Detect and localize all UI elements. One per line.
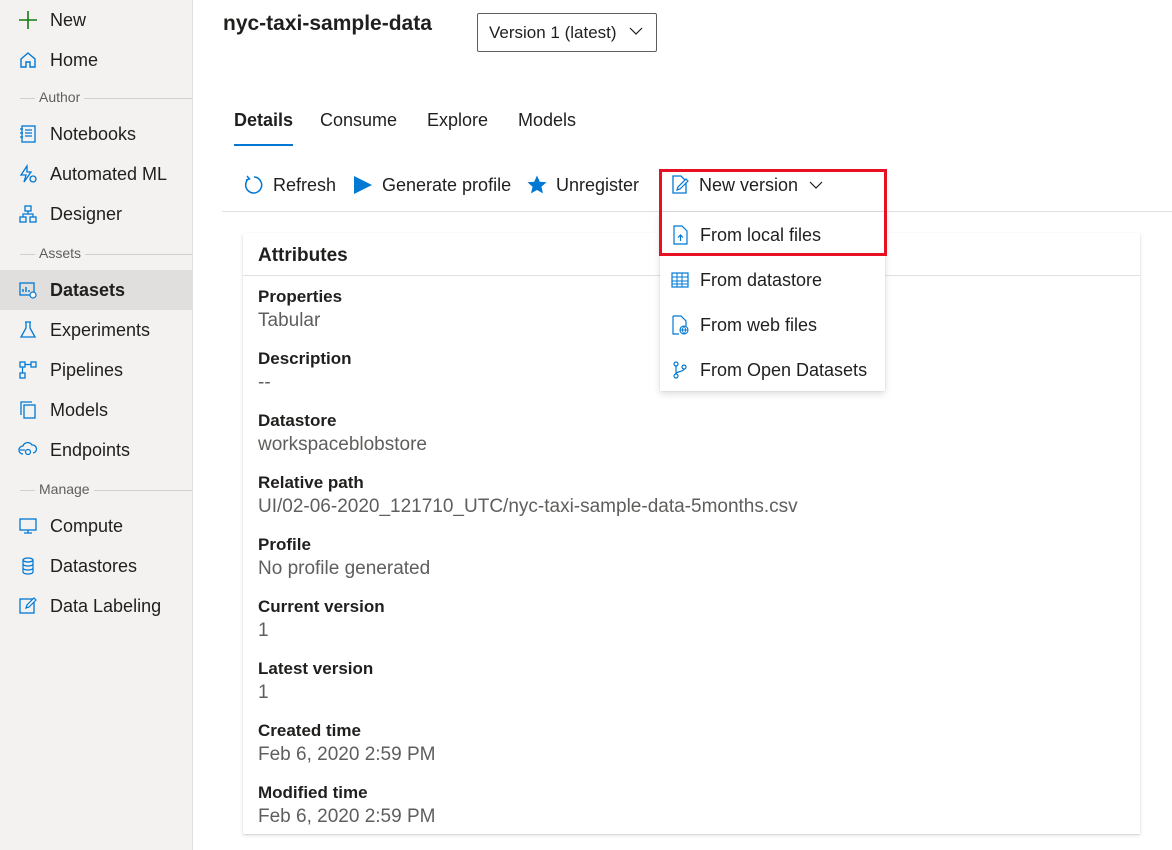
menu-item-from-open-datasets[interactable]: From Open Datasets [660,351,885,389]
tab-explore[interactable]: Explore [427,110,488,148]
prop-label-latest-version: Latest version [258,659,374,678]
new-version-button[interactable]: New version [669,172,824,198]
new-version-label: New version [699,174,799,195]
sidebar-item-experiments[interactable]: Experiments [0,310,192,350]
prop-value-datastore: workspaceblobstore [258,434,427,455]
sidebar-item-automated-ml[interactable]: Automated ML [0,154,192,194]
sidebar-item-label: Models [50,399,109,420]
prop-label-modified-time: Modified time [258,783,368,802]
section-label: Manage [35,481,94,497]
sidebar-item-home[interactable]: Home [0,40,192,80]
sidebar-item-label: Datasets [50,279,126,300]
refresh-label: Refresh [273,174,337,195]
sidebar-item-models[interactable]: Models [0,390,192,430]
prop-label-relative-path: Relative path [258,473,364,492]
prop-value-modified-time: Feb 6, 2020 2:59 PM [258,806,436,827]
prop-value-profile: No profile generated [258,558,431,579]
pipeline-icon [17,359,39,381]
prop-label-current-version: Current version [258,597,385,616]
prop-label-properties: Properties [258,287,343,306]
prop-value-current-version: 1 [258,620,269,641]
section-manage: Manage [0,480,192,500]
prop-label-datastore: Datastore [258,411,337,430]
menu-item-label: From local files [700,224,822,245]
refresh-button[interactable]: Refresh [243,172,336,198]
section-label: Author [35,89,85,105]
prop-value-properties: Tabular [258,310,321,331]
branch-icon [670,360,690,380]
card-title: Attributes [258,245,348,266]
prop-label-created-time: Created time [258,721,361,740]
version-selected-value: Version 1 (latest) [489,22,617,42]
sidebar-item-label: Pipelines [50,359,124,380]
menu-item-from-datastore[interactable]: From datastore [660,261,885,299]
sidebar-item-designer[interactable]: Designer [0,194,192,234]
web-file-icon [670,315,690,335]
new-version-menu: From local files From datastore From web… [660,212,885,391]
prop-value-latest-version: 1 [258,682,269,703]
play-icon [352,174,374,196]
upload-file-icon [670,225,690,245]
unregister-label: Unregister [556,174,640,195]
edit-document-icon [669,174,691,196]
sidebar-item-label: Compute [50,515,124,536]
new-label: New [50,9,87,30]
prop-label-profile: Profile [258,535,311,554]
generate-profile-button[interactable]: Generate profile [352,172,511,198]
menu-item-label: From Open Datasets [700,359,868,380]
generate-profile-label: Generate profile [382,174,512,195]
notebook-icon [17,123,39,145]
sidebar-item-compute[interactable]: Compute [0,506,192,546]
menu-item-label: From datastore [700,269,823,290]
chevron-down-icon [808,177,824,193]
home-icon [17,49,39,71]
sidebar-item-label: Experiments [50,319,151,340]
plus-icon [17,9,39,31]
tab-models[interactable]: Models [518,110,576,148]
sidebar-item-label: Home [50,49,99,70]
sidebar-item-label: Notebooks [50,123,137,144]
datasets-icon [17,279,39,301]
sidebar-item-pipelines[interactable]: Pipelines [0,350,192,390]
refresh-icon [243,174,265,196]
sidebar-item-datasets[interactable]: Datasets [0,270,192,310]
sidebar-item-datastores[interactable]: Datastores [0,546,192,586]
section-assets: Assets [0,244,192,264]
compute-icon [17,515,39,537]
sidebar-item-data-labeling[interactable]: Data Labeling [0,586,192,626]
page-title: nyc-taxi-sample-data [223,12,432,35]
tab-consume[interactable]: Consume [320,110,397,148]
prop-value-created-time: Feb 6, 2020 2:59 PM [258,744,436,765]
sidebar-item-notebooks[interactable]: Notebooks [0,114,192,154]
database-icon [17,555,39,577]
star-icon [526,174,548,196]
edit-icon [17,595,39,617]
prop-value-description: -- [258,372,271,393]
table-icon [670,270,690,290]
unregister-button[interactable]: Unregister [526,172,639,198]
prop-value-relative-path: UI/02-06-2020_121710_UTC/nyc-taxi-sample… [258,496,798,517]
version-dropdown[interactable]: Version 1 (latest) [477,13,657,52]
prop-label-description: Description [258,349,352,368]
tab-details[interactable]: Details [234,110,294,148]
section-author: Author [0,88,192,108]
menu-item-from-web-files[interactable]: From web files [660,306,885,344]
menu-item-label: From web files [700,314,818,335]
models-icon [17,399,39,421]
menu-item-from-local-files[interactable]: From local files [660,216,885,254]
sidebar-item-label: Automated ML [50,163,168,184]
new-button[interactable]: New [0,0,192,40]
sidebar-item-label: Designer [50,203,123,224]
section-label: Assets [35,245,86,261]
chevron-down-icon [628,23,644,44]
automated-ml-icon [17,163,39,185]
sidebar-item-label: Datastores [50,555,138,576]
flask-icon [17,319,39,341]
sidebar: New Home Author Notebooks Automated ML D… [0,0,193,850]
sidebar-item-endpoints[interactable]: Endpoints [0,430,192,470]
endpoints-icon [17,439,39,461]
sidebar-item-label: Data Labeling [50,595,162,616]
sidebar-item-label: Endpoints [50,439,131,460]
designer-icon [17,203,39,225]
